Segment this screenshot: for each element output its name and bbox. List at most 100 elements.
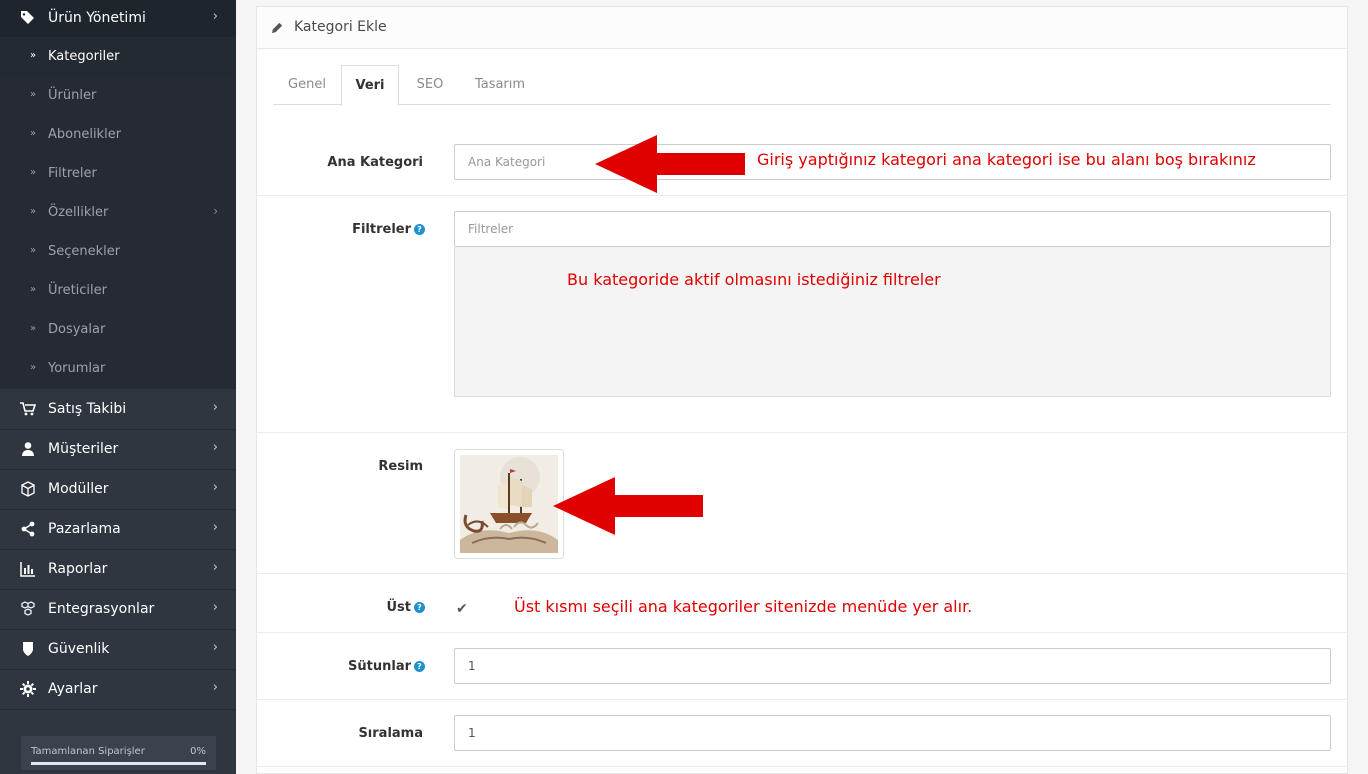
menu-item-label: Entegrasyonlar [48, 601, 155, 617]
row-divider [257, 766, 1347, 767]
tags-icon [21, 11, 34, 24]
top-label: Üst? [297, 600, 425, 615]
parent-category-note: Giriş yaptığınız kategori ana kategori i… [757, 150, 1256, 169]
annotation-arrow-parent [595, 135, 745, 193]
columns-label-text: Sütunlar [348, 659, 411, 674]
chevron-right-icon: › [212, 400, 218, 415]
main-content: Kategori Ekle Genel Veri SEO Tasarım Ana… [236, 0, 1368, 774]
menu-item-guvenlik[interactable]: Güvenlik › [0, 630, 236, 670]
chevron-right-icon: › [212, 640, 218, 655]
cubes-icon [21, 601, 35, 616]
pencil-icon [271, 22, 283, 34]
chevron-right-icon: › [212, 600, 218, 615]
double-chevron-icon: » [30, 206, 37, 217]
double-chevron-icon: » [30, 362, 37, 373]
tab-veri[interactable]: Veri [341, 65, 399, 106]
sort-order-value: 1 [468, 726, 476, 740]
menu-item-moduller[interactable]: Modüller › [0, 470, 236, 510]
sort-order-input[interactable]: 1 [454, 715, 1331, 751]
double-chevron-icon: » [30, 323, 37, 334]
filters-label-text: Filtreler [352, 222, 411, 237]
menu-item-pazarlama[interactable]: Pazarlama › [0, 510, 236, 550]
chevron-right-icon: › [212, 520, 218, 535]
menu-item-label: Modüller [48, 481, 109, 497]
top-checkbox[interactable]: ✔ [456, 601, 468, 617]
parent-category-label: Ana Kategori [327, 155, 423, 170]
cart-icon [20, 402, 36, 416]
annotation-arrow-image [553, 477, 703, 535]
menu-item-raporlar[interactable]: Raporlar › [0, 550, 236, 590]
sub-item-label: Seçenekler [48, 244, 121, 259]
sub-item-ureticiler[interactable]: » Üreticiler [0, 272, 236, 311]
help-icon[interactable]: ? [414, 661, 425, 672]
tab-tasarim[interactable]: Tasarım [459, 65, 541, 105]
panel-heading: Kategori Ekle [257, 7, 1347, 49]
sub-item-yorumlar[interactable]: » Yorumlar [0, 350, 236, 389]
double-chevron-icon: » [30, 128, 37, 139]
sub-item-label: Filtreler [48, 166, 97, 181]
menu-item-musteriler[interactable]: Müşteriler › [0, 430, 236, 470]
category-panel: Kategori Ekle Genel Veri SEO Tasarım Ana… [256, 6, 1348, 774]
tab-seo[interactable]: SEO [401, 65, 459, 105]
progress-label: Tamamlanan Siparişler [31, 746, 145, 757]
chevron-right-icon: › [212, 9, 218, 24]
sub-item-label: Ürünler [48, 88, 97, 103]
sub-item-label: Yorumlar [48, 361, 106, 376]
menu-item-label: Ayarlar [48, 681, 98, 697]
cube-icon [21, 481, 35, 497]
chevron-right-icon: › [213, 204, 218, 218]
share-icon [21, 521, 35, 537]
chevron-right-icon: › [212, 480, 218, 495]
double-chevron-icon: » [30, 50, 37, 61]
menu-item-label: Pazarlama [48, 521, 121, 537]
category-image-thumbnail[interactable] [454, 449, 564, 559]
user-icon [22, 442, 34, 456]
sub-item-ozellikler[interactable]: » Özellikler › [0, 194, 236, 233]
filters-input[interactable]: Filtreler [454, 211, 1331, 247]
sub-item-label: Kategoriler [48, 49, 120, 64]
row-divider [257, 432, 1347, 433]
sub-item-abonelikler[interactable]: » Abonelikler [0, 116, 236, 155]
chevron-right-icon: › [212, 680, 218, 695]
filters-placeholder: Filtreler [468, 222, 514, 236]
sub-item-kategoriler[interactable]: » Kategoriler [0, 38, 236, 77]
double-chevron-icon: » [30, 167, 37, 178]
menu-item-label: Güvenlik [48, 641, 110, 657]
double-chevron-icon: » [30, 284, 37, 295]
parent-category-placeholder: Ana Kategori [468, 155, 546, 169]
double-chevron-icon: » [30, 89, 37, 100]
menu-item-entegrasyonlar[interactable]: Entegrasyonlar › [0, 590, 236, 630]
sub-item-label: Üreticiler [48, 283, 107, 298]
tab-bar: Genel Veri SEO Tasarım [273, 65, 1331, 106]
sub-item-label: Özellikler [48, 205, 109, 220]
bar-chart-icon [20, 562, 35, 577]
chevron-right-icon: › [212, 560, 218, 575]
tab-genel[interactable]: Genel [273, 65, 341, 105]
sub-item-filtreler[interactable]: » Filtreler [0, 155, 236, 194]
double-chevron-icon: » [30, 245, 37, 256]
columns-input[interactable]: 1 [454, 648, 1331, 684]
help-icon[interactable]: ? [414, 224, 425, 235]
menu-item-urun-yonetimi[interactable]: Ürün Yönetimi › [0, 0, 236, 38]
sub-item-urunler[interactable]: » Ürünler [0, 77, 236, 116]
ship-image [460, 455, 558, 553]
chevron-right-icon: › [212, 440, 218, 455]
menu-item-label: Raporlar [48, 561, 108, 577]
top-label-text: Üst [386, 600, 411, 615]
panel-title: Kategori Ekle [294, 19, 387, 35]
sub-item-label: Abonelikler [48, 127, 122, 142]
shield-icon [23, 642, 33, 656]
help-icon[interactable]: ? [414, 602, 425, 613]
menu-item-satis-takibi[interactable]: Satış Takibi › [0, 390, 236, 430]
progress-value: 0% [190, 746, 206, 757]
sort-label: Sıralama [358, 726, 423, 741]
menu-item-ayarlar[interactable]: Ayarlar › [0, 670, 236, 710]
progress-bar [31, 762, 206, 765]
sub-item-dosyalar[interactable]: » Dosyalar [0, 311, 236, 350]
menu-item-label: Ürün Yönetimi [48, 10, 146, 26]
row-divider [257, 573, 1347, 574]
row-divider [257, 632, 1347, 633]
menu-item-label: Müşteriler [48, 441, 119, 457]
gear-icon [20, 681, 36, 697]
sub-item-secenekler[interactable]: » Seçenekler [0, 233, 236, 272]
